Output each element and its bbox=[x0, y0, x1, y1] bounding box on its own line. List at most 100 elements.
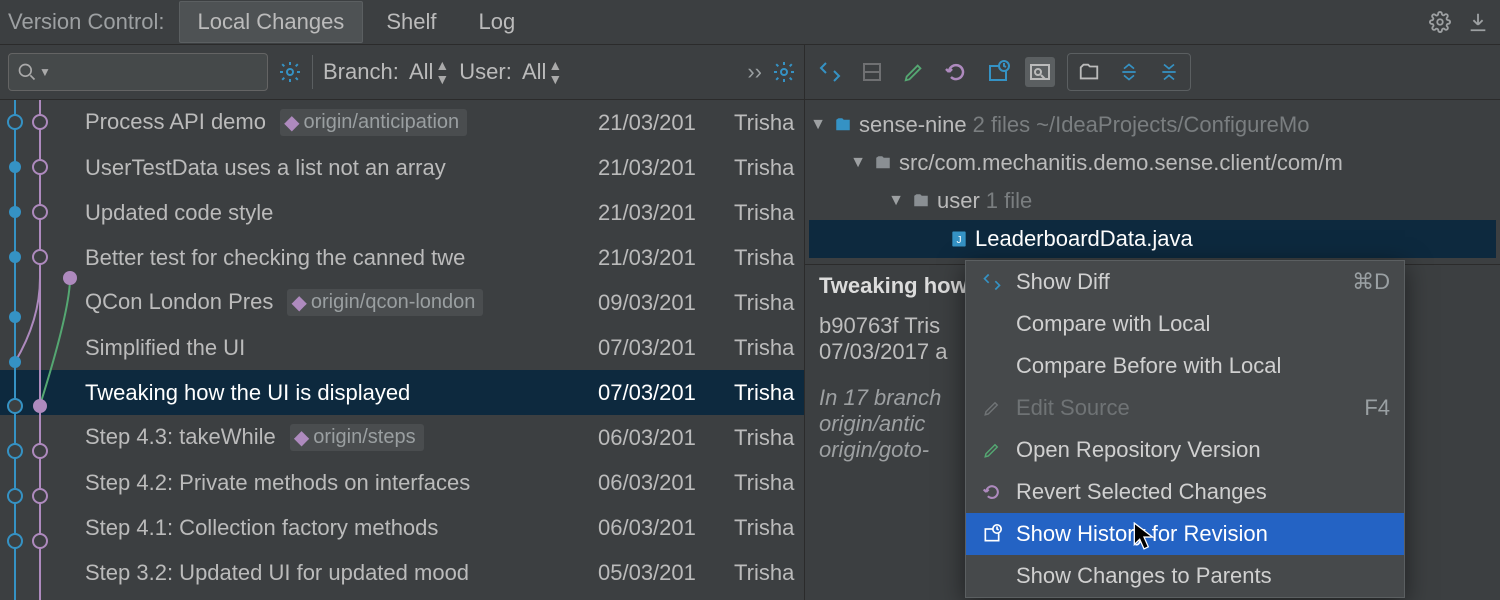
group-by-dir-icon[interactable] bbox=[1074, 57, 1104, 87]
gear-icon[interactable] bbox=[1428, 10, 1452, 34]
menu-item-history[interactable]: Show History for Revision bbox=[966, 513, 1404, 555]
commit-author: Trisha bbox=[734, 470, 804, 496]
expand-all-icon[interactable] bbox=[1114, 57, 1144, 87]
java-file-icon: J bbox=[949, 229, 969, 249]
commit-row[interactable]: Tweaking how the UI is displayed07/03/20… bbox=[0, 370, 804, 415]
history-icon bbox=[980, 524, 1004, 544]
commit-log-pane: ▼ Branch: All ▲▼ User: All ▲▼ ›› bbox=[0, 45, 805, 600]
tab-local-changes[interactable]: Local Changes bbox=[179, 1, 364, 43]
edit-icon bbox=[980, 399, 1004, 417]
more-filters-icon[interactable]: ›› bbox=[747, 59, 762, 85]
collapse-all-icon[interactable] bbox=[1154, 57, 1184, 87]
menu-item-label: Revert Selected Changes bbox=[1016, 479, 1267, 505]
vcs-title: Version Control: bbox=[0, 9, 179, 35]
commit-row[interactable]: Simplified the UI07/03/201Trisha bbox=[0, 325, 804, 370]
commit-date: 21/03/201 bbox=[598, 245, 734, 271]
commit-row[interactable]: Step 4.2: Private methods on interfaces0… bbox=[0, 460, 804, 505]
commit-message: UserTestData uses a list not an array bbox=[85, 155, 598, 181]
commit-message: Tweaking how the UI is displayed bbox=[85, 380, 598, 406]
tree-root[interactable]: ▼ sense-nine 2 files ~/IdeaProjects/Conf… bbox=[809, 106, 1496, 144]
commit-message: Step 4.3: takeWhile ◆origin/steps bbox=[85, 424, 598, 451]
regex-gear-icon[interactable] bbox=[278, 60, 302, 84]
commit-author: Trisha bbox=[734, 200, 804, 226]
commit-row[interactable]: Process API demo ◆origin/anticipation21/… bbox=[0, 100, 804, 145]
tree-src[interactable]: ▼ src/com.mechanitis.demo.sense.client/c… bbox=[809, 144, 1496, 182]
commit-message: Step 4.1: Collection factory methods bbox=[85, 515, 598, 541]
menu-item-parents[interactable]: Show Changes to Parents bbox=[966, 555, 1404, 597]
menu-item-compare-before[interactable]: Compare Before with Local bbox=[966, 345, 1404, 387]
search-icon bbox=[17, 62, 37, 82]
commit-author: Trisha bbox=[734, 245, 804, 271]
commit-row[interactable]: QCon London Pres ◆origin/qcon-london09/0… bbox=[0, 280, 804, 325]
user-filter[interactable]: User: All ▲▼ bbox=[459, 58, 562, 86]
commit-author: Trisha bbox=[734, 155, 804, 181]
menu-item-show-diff[interactable]: Show Diff ⌘D bbox=[966, 261, 1404, 303]
commit-author: Trisha bbox=[734, 425, 804, 451]
commit-row[interactable]: Better test for checking the canned twe2… bbox=[0, 235, 804, 280]
commit-author: Trisha bbox=[734, 380, 804, 406]
commit-message: Step 4.2: Private methods on interfaces bbox=[85, 470, 598, 496]
settings-gear-icon[interactable] bbox=[772, 60, 796, 84]
commit-author: Trisha bbox=[734, 515, 804, 541]
menu-item-compare-local[interactable]: Compare with Local bbox=[966, 303, 1404, 345]
details-toolbar bbox=[805, 45, 1500, 100]
menu-item-label: Compare Before with Local bbox=[1016, 353, 1281, 379]
commit-message: Simplified the UI bbox=[85, 335, 598, 361]
chevron-down-icon: ▼ bbox=[887, 192, 905, 210]
commit-row[interactable]: UserTestData uses a list not an array21/… bbox=[0, 145, 804, 190]
commit-message: Better test for checking the canned twe bbox=[85, 245, 598, 271]
branch-tag: ◆origin/steps bbox=[290, 424, 424, 451]
folder-icon bbox=[911, 192, 931, 210]
commit-list[interactable]: Process API demo ◆origin/anticipation21/… bbox=[0, 100, 804, 600]
menu-item-revert[interactable]: Revert Selected Changes bbox=[966, 471, 1404, 513]
menu-item-open-repo[interactable]: Open Repository Version bbox=[966, 429, 1404, 471]
commit-date: 09/03/201 bbox=[598, 290, 734, 316]
commit-date: 05/03/201 bbox=[598, 560, 734, 586]
menu-shortcut: ⌘D bbox=[1352, 269, 1390, 295]
history-icon[interactable] bbox=[983, 57, 1013, 87]
revert-icon bbox=[980, 482, 1004, 502]
edit-icon[interactable] bbox=[899, 57, 929, 87]
menu-item-label: Show Diff bbox=[1016, 269, 1110, 295]
branch-tag: ◆origin/qcon-london bbox=[287, 289, 483, 316]
commit-author: Trisha bbox=[734, 110, 804, 136]
commit-date: 07/03/201 bbox=[598, 335, 734, 361]
commit-author: Trisha bbox=[734, 560, 804, 586]
local-diff-icon[interactable] bbox=[857, 57, 887, 87]
changed-files-tree: ▼ sense-nine 2 files ~/IdeaProjects/Conf… bbox=[805, 100, 1500, 264]
menu-item-label: Show Changes to Parents bbox=[1016, 563, 1272, 589]
tree-file[interactable]: J LeaderboardData.java bbox=[809, 220, 1496, 258]
commit-row[interactable]: Step 3.2: Updated UI for updated mood05/… bbox=[0, 550, 804, 595]
commit-date: 21/03/201 bbox=[598, 155, 734, 181]
commit-row[interactable]: Step 4.3: takeWhile ◆origin/steps06/03/2… bbox=[0, 415, 804, 460]
context-menu[interactable]: Show Diff ⌘D Compare with Local Compare Bef… bbox=[965, 260, 1405, 598]
preview-icon[interactable] bbox=[1025, 57, 1055, 87]
commit-message: QCon London Pres ◆origin/qcon-london bbox=[85, 289, 598, 316]
download-icon[interactable] bbox=[1466, 10, 1490, 34]
chevron-down-icon: ▼ bbox=[809, 116, 827, 134]
menu-item-label: Open Repository Version bbox=[1016, 437, 1261, 463]
filter-bar: ▼ Branch: All ▲▼ User: All ▲▼ ›› bbox=[0, 45, 804, 100]
svg-text:J: J bbox=[957, 235, 962, 246]
commit-row[interactable]: Step 4.1: Collection factory methods06/0… bbox=[0, 505, 804, 550]
diff-icon[interactable] bbox=[815, 57, 845, 87]
diff-icon bbox=[980, 272, 1004, 292]
tab-log[interactable]: Log bbox=[459, 1, 534, 43]
commit-date: 21/03/201 bbox=[598, 110, 734, 136]
folder-icon bbox=[873, 154, 893, 172]
tree-package[interactable]: ▼ user 1 file bbox=[809, 182, 1496, 220]
commit-message: Step 3.2: Updated UI for updated mood bbox=[85, 560, 598, 586]
tab-shelf[interactable]: Shelf bbox=[367, 1, 455, 43]
mouse-cursor bbox=[1133, 522, 1155, 550]
menu-shortcut: F4 bbox=[1364, 395, 1390, 421]
commit-author: Trisha bbox=[734, 335, 804, 361]
revert-icon[interactable] bbox=[941, 57, 971, 87]
branch-filter[interactable]: Branch: All ▲▼ bbox=[323, 58, 449, 86]
open-icon bbox=[980, 441, 1004, 459]
commit-date: 21/03/201 bbox=[598, 200, 734, 226]
commit-author: Trisha bbox=[734, 290, 804, 316]
commit-message: Updated code style bbox=[85, 200, 598, 226]
commit-row[interactable]: Updated code style21/03/201Trisha bbox=[0, 190, 804, 235]
chevron-down-icon: ▼ bbox=[849, 154, 867, 172]
search-input[interactable]: ▼ bbox=[8, 53, 268, 91]
